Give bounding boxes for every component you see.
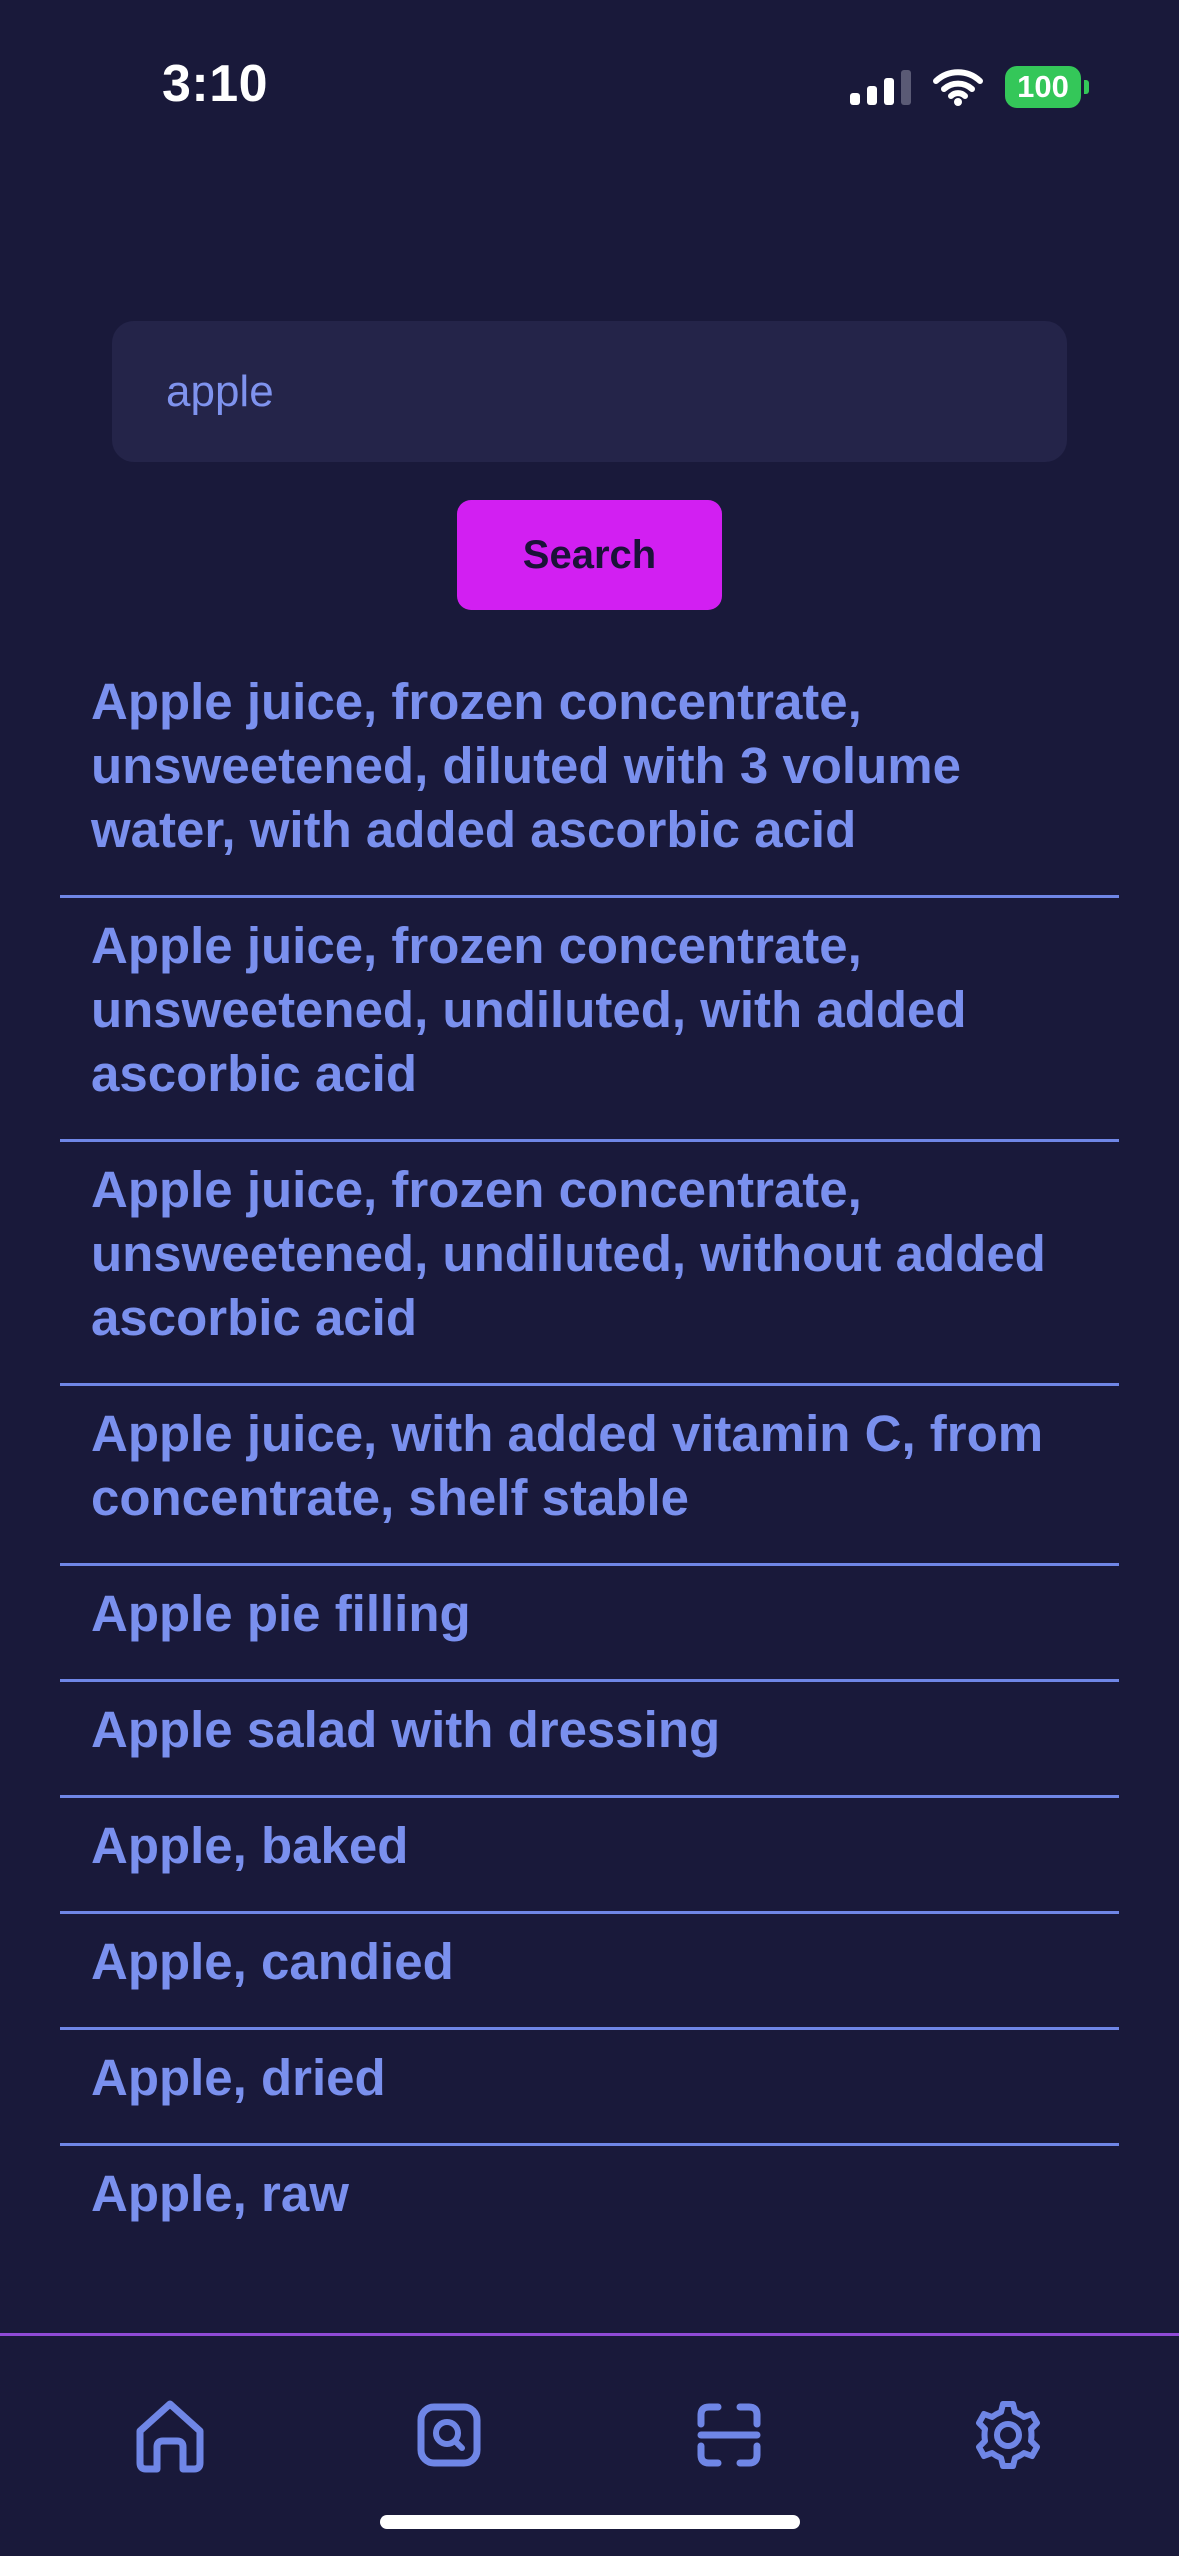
search-field[interactable]: [112, 321, 1067, 462]
home-indicator[interactable]: [380, 2515, 800, 2529]
result-item[interactable]: Apple juice, frozen concentrate, unsweet…: [60, 898, 1119, 1142]
tab-scan[interactable]: [684, 2390, 774, 2480]
battery-icon: 100: [1005, 66, 1089, 108]
cellular-signal-icon: [850, 69, 911, 105]
status-icons: 100: [850, 62, 1089, 112]
result-item[interactable]: Apple juice, frozen concentrate, unsweet…: [60, 1142, 1119, 1386]
result-item[interactable]: Apple, raw: [60, 2146, 1119, 2259]
tab-search[interactable]: [404, 2390, 494, 2480]
search-icon: [417, 2403, 481, 2467]
result-item[interactable]: Apple pie filling: [60, 1566, 1119, 1682]
status-time: 3:10: [162, 55, 269, 113]
result-item[interactable]: Apple juice, with added vitamin C, from …: [60, 1386, 1119, 1566]
settings-icon: [976, 2401, 1040, 2469]
search-input[interactable]: [166, 366, 1067, 417]
search-button[interactable]: Search: [457, 500, 722, 610]
home-icon: [136, 2400, 204, 2473]
battery-level: 100: [1017, 69, 1069, 104]
tab-home[interactable]: [125, 2390, 215, 2480]
tab-settings[interactable]: [963, 2390, 1053, 2480]
result-item[interactable]: Apple, dried: [60, 2030, 1119, 2146]
results-list: Apple juice, frozen concentrate, unsweet…: [60, 654, 1119, 2259]
result-item[interactable]: Apple juice, frozen concentrate, unsweet…: [60, 654, 1119, 898]
wifi-icon: [933, 69, 983, 106]
result-item[interactable]: Apple, candied: [60, 1914, 1119, 2030]
result-item[interactable]: Apple, baked: [60, 1798, 1119, 1914]
scan-icon: [697, 2403, 761, 2467]
screen: 3:10 100 Search Apple juice, frozen conc…: [0, 0, 1179, 2556]
result-item[interactable]: Apple salad with dressing: [60, 1682, 1119, 1798]
